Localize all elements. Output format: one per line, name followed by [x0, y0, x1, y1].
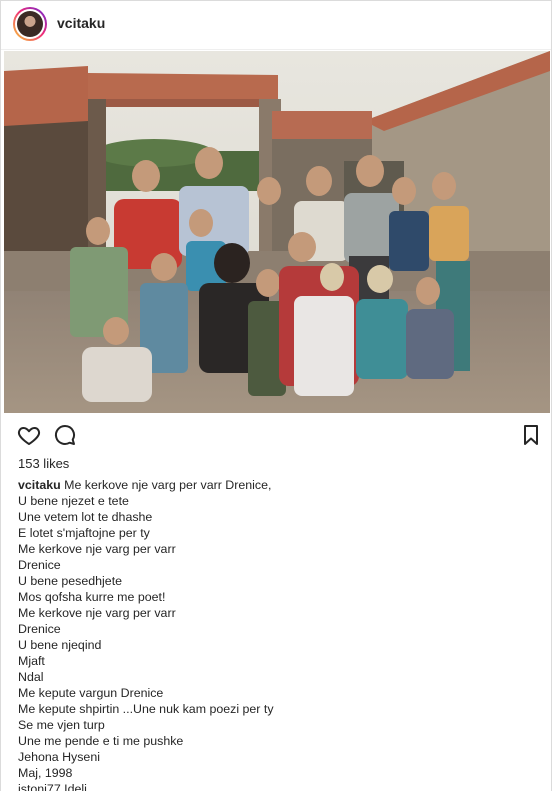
- caption-line: Ndal: [18, 670, 44, 684]
- post-username[interactable]: vcitaku: [57, 15, 105, 31]
- avatar[interactable]: [13, 7, 47, 41]
- post-photo[interactable]: [4, 51, 550, 413]
- post-caption: vcitaku Me kerkove nje varg per varr Dre…: [18, 477, 538, 781]
- caption-line: Se me vjen turp: [18, 718, 105, 732]
- caption-line: Drenice: [18, 622, 61, 636]
- caption-line: Drenice: [18, 558, 61, 572]
- caption-line: Me kepute shpirtin ...Une nuk kam poezi …: [18, 702, 274, 716]
- caption-line: E lotet s'mjaftojne per ty: [18, 526, 150, 540]
- caption-line: U bene njezet e tete: [18, 494, 129, 508]
- caption-line: U bene njeqind: [18, 638, 102, 652]
- caption-line: Me kerkove nje varg per varr: [18, 606, 176, 620]
- instagram-post: vcitaku 153 likes vcitaku Me kerkove nje…: [0, 0, 552, 791]
- next-comment-preview[interactable]: istoni77 Ideli: [18, 782, 87, 791]
- caption-line: U bene pesedhjete: [18, 574, 123, 588]
- bookmark-icon[interactable]: [519, 423, 545, 449]
- caption-line: Mos qofsha kurre me poet!: [18, 590, 166, 604]
- group-photo-image: [4, 51, 550, 413]
- caption-line: Jehona Hyseni: [18, 750, 100, 764]
- post-header: vcitaku: [1, 1, 551, 50]
- comment-icon[interactable]: [53, 423, 79, 449]
- caption-line: Une me pende e ti me pushke: [18, 734, 184, 748]
- caption-line: Mjaft: [18, 654, 45, 668]
- likes-count[interactable]: 153 likes: [18, 456, 69, 471]
- caption-line: Me kepute vargun Drenice: [18, 686, 164, 700]
- heart-icon[interactable]: [17, 423, 43, 449]
- caption-line: Me kerkove nje varg per varr: [18, 542, 176, 556]
- caption-line: Une vetem lot te dhashe: [18, 510, 153, 524]
- caption-line: vcitaku Me kerkove nje varg per varr Dre…: [18, 478, 272, 492]
- caption-username[interactable]: vcitaku: [18, 478, 61, 492]
- post-actions: [1, 419, 551, 453]
- caption-line: Maj, 1998: [18, 766, 73, 780]
